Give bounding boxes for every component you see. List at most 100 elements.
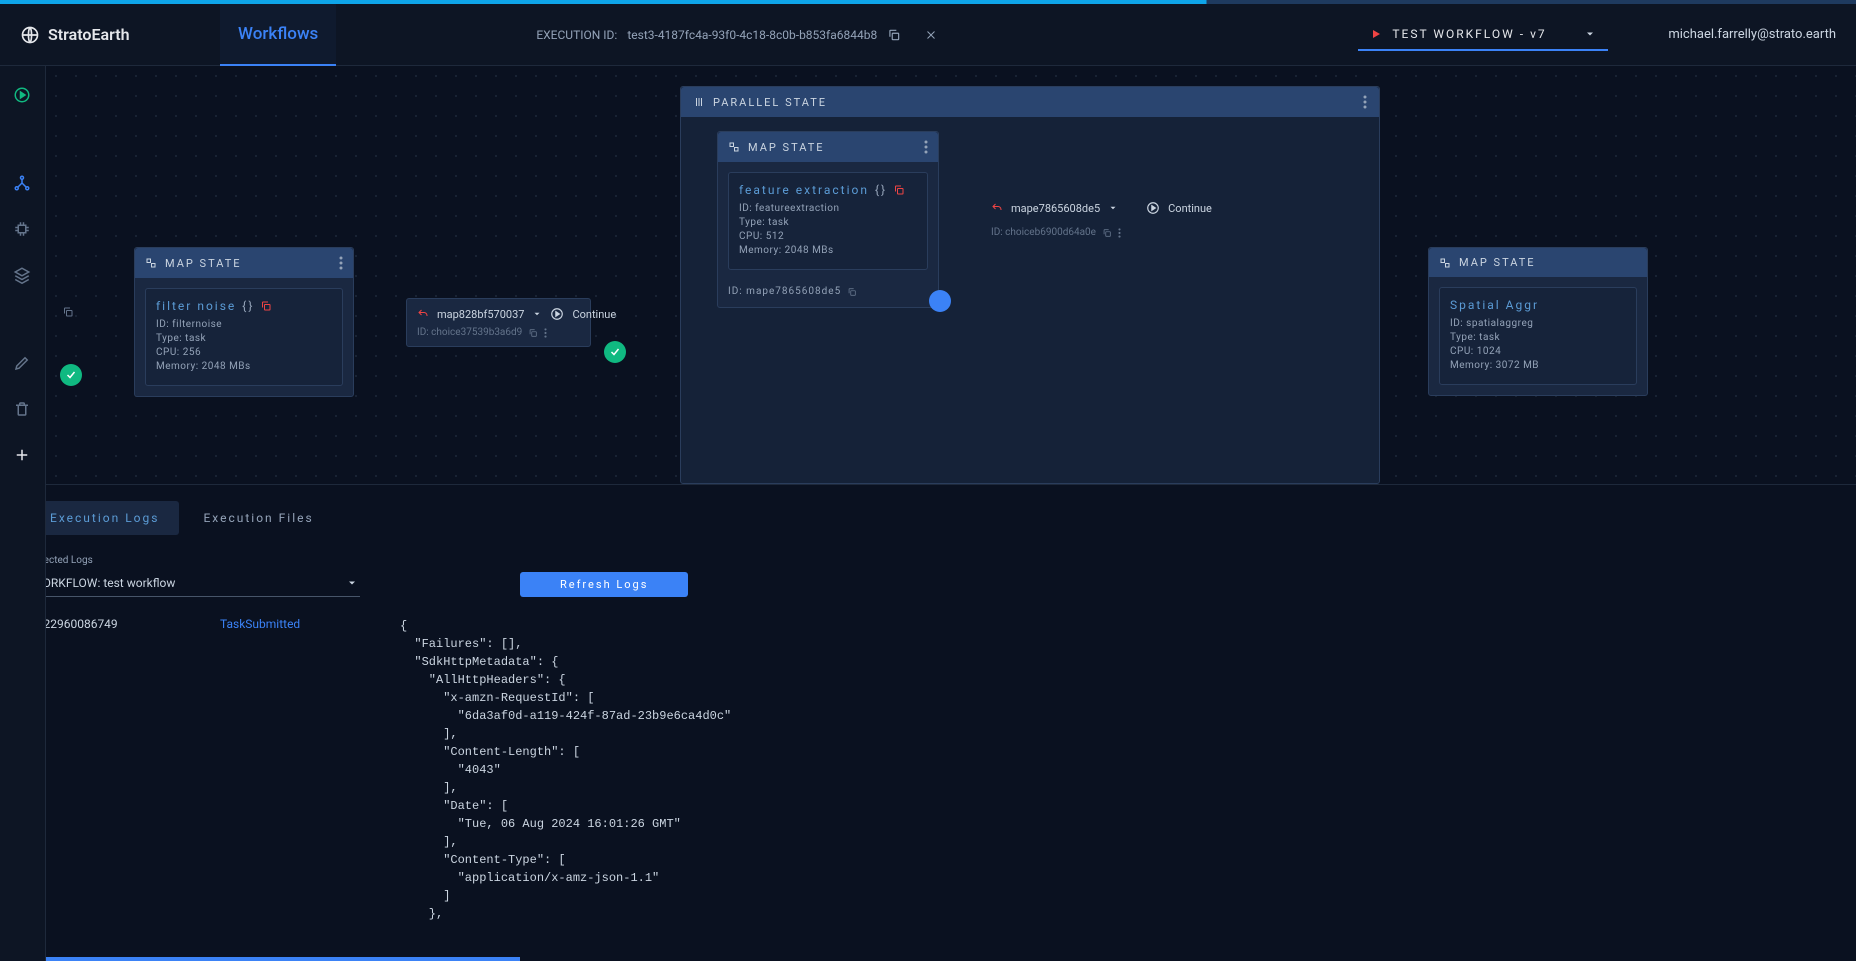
workflow-selector-label: TEST WORKFLOW - v7 bbox=[1392, 27, 1546, 41]
task-type: Type: task bbox=[739, 217, 917, 228]
parallel-state-node[interactable]: PARALLEL STATE MAP STATE feature extract… bbox=[680, 86, 1380, 484]
parallel-icon bbox=[693, 96, 705, 108]
workflow-canvas[interactable]: MAP STATE filter noise {} ID: filternois… bbox=[46, 66, 1856, 484]
tab-execution-files[interactable]: Execution Files bbox=[183, 501, 333, 535]
continue-node-1[interactable]: map828bf570037 Continue ID: choice37539b… bbox=[406, 298, 591, 347]
task-card-filter-noise[interactable]: filter noise {} ID: filternoise Type: ta… bbox=[145, 288, 343, 386]
map-state-node-spatial[interactable]: MAP STATE Spatial Aggr ID: spatialaggreg… bbox=[1428, 247, 1648, 396]
close-icon[interactable] bbox=[925, 29, 937, 41]
choice-id-row: ID: choiceb6900d64a0e bbox=[991, 227, 1121, 238]
tab-workflows[interactable]: Workflows bbox=[220, 4, 336, 66]
node-title: MAP STATE bbox=[748, 141, 825, 154]
continue-label: Continue bbox=[1168, 202, 1212, 215]
refresh-logs-button[interactable]: Refresh Logs bbox=[520, 572, 688, 597]
node-header[interactable]: MAP STATE bbox=[1429, 248, 1647, 277]
task-id: ID: filternoise bbox=[156, 319, 332, 330]
layers-icon[interactable] bbox=[13, 266, 33, 286]
status-check-icon bbox=[60, 364, 82, 386]
selected-logs-select[interactable]: WORKFLOW: test workflow bbox=[30, 570, 360, 597]
undo-icon[interactable] bbox=[417, 308, 429, 320]
task-cpu: CPU: 256 bbox=[156, 347, 332, 358]
node-header[interactable]: PARALLEL STATE bbox=[681, 87, 1379, 117]
more-icon[interactable] bbox=[1118, 228, 1121, 238]
status-running-icon bbox=[929, 290, 951, 312]
map-state-node-filter[interactable]: MAP STATE filter noise {} ID: filternois… bbox=[134, 247, 354, 397]
undo-icon[interactable] bbox=[991, 202, 1003, 214]
copy-icon[interactable] bbox=[1102, 228, 1112, 238]
continue-node-2[interactable]: mape7865608de5 Continue bbox=[991, 201, 1212, 215]
logs-panel: Execution Logs Execution Files Selected … bbox=[0, 484, 1856, 961]
map-state-node-feature[interactable]: MAP STATE feature extraction {} ID: feat… bbox=[717, 131, 939, 308]
workflow-selector[interactable]: TEST WORKFLOW - v7 bbox=[1358, 19, 1608, 51]
chevron-down-icon[interactable] bbox=[1108, 203, 1118, 213]
map-icon bbox=[1439, 257, 1451, 269]
task-card-spatial[interactable]: Spatial Aggr ID: spatialaggreg Type: tas… bbox=[1439, 287, 1637, 385]
execution-id-value: test3-4187fc4a-93f0-4c18-8c0b-b853fa6844… bbox=[627, 28, 877, 42]
node-title: PARALLEL STATE bbox=[713, 96, 827, 109]
play-circle-icon bbox=[1146, 201, 1160, 215]
bottom-progress-bar bbox=[0, 957, 520, 961]
more-icon[interactable] bbox=[924, 140, 928, 154]
trash-icon[interactable] bbox=[13, 400, 33, 420]
task-id: ID: spatialaggreg bbox=[1450, 318, 1626, 329]
globe-icon bbox=[20, 25, 40, 45]
task-memory: Memory: 2048 MBs bbox=[739, 245, 917, 256]
choice-id: ID: choiceb6900d64a0e bbox=[991, 227, 1096, 238]
brand-logo[interactable]: StratoEarth bbox=[20, 25, 200, 45]
left-toolbar bbox=[0, 66, 46, 961]
task-card-feature-extraction[interactable]: feature extraction {} ID: featureextract… bbox=[728, 172, 928, 270]
task-cpu: CPU: 512 bbox=[739, 231, 917, 242]
node-header[interactable]: MAP STATE bbox=[718, 132, 938, 162]
more-icon[interactable] bbox=[339, 256, 343, 270]
log-event: TaskSubmitted bbox=[220, 617, 360, 923]
cpu-icon[interactable] bbox=[13, 220, 33, 240]
node-header[interactable]: MAP STATE bbox=[135, 248, 353, 278]
chevron-down-icon bbox=[346, 577, 358, 589]
execution-id-block: EXECUTION ID: test3-4187fc4a-93f0-4c18-8… bbox=[536, 28, 937, 42]
play-icon bbox=[1370, 28, 1382, 40]
map-icon bbox=[728, 141, 740, 153]
chevron-down-icon[interactable] bbox=[532, 309, 542, 319]
play-circle-icon bbox=[550, 307, 564, 321]
copy-icon[interactable] bbox=[887, 28, 901, 42]
selected-logs-label: Selected Logs bbox=[30, 555, 360, 566]
copy-icon[interactable] bbox=[528, 328, 538, 338]
continue-label: Continue bbox=[572, 308, 616, 321]
user-email[interactable]: michael.farrelly@strato.earth bbox=[1668, 27, 1836, 42]
status-check-icon bbox=[604, 341, 626, 363]
copy-icon[interactable] bbox=[62, 306, 74, 318]
brand-text: StratoEarth bbox=[48, 25, 130, 44]
task-memory: Memory: 2048 MBs bbox=[156, 361, 332, 372]
map-id: mape7865608de5 bbox=[1011, 202, 1100, 215]
log-timestamp: 1722960086749 bbox=[30, 617, 180, 923]
add-icon[interactable] bbox=[13, 446, 33, 466]
tab-execution-logs[interactable]: Execution Logs bbox=[30, 501, 179, 535]
task-memory: Memory: 3072 MB bbox=[1450, 360, 1626, 371]
task-title: feature extraction bbox=[739, 183, 869, 197]
copy-icon[interactable] bbox=[893, 184, 905, 196]
node-title: MAP STATE bbox=[165, 257, 242, 270]
footer-id: ID: mape7865608de5 bbox=[728, 286, 841, 297]
edit-icon[interactable] bbox=[13, 354, 33, 374]
run-icon[interactable] bbox=[13, 86, 33, 106]
copy-icon[interactable] bbox=[847, 287, 857, 297]
node-title: MAP STATE bbox=[1459, 256, 1536, 269]
task-title: Spatial Aggr bbox=[1450, 298, 1539, 312]
task-id: ID: featureextraction bbox=[739, 203, 917, 214]
execution-id-label: EXECUTION ID: bbox=[536, 28, 617, 42]
copy-icon[interactable] bbox=[260, 300, 272, 312]
chevron-down-icon bbox=[1584, 28, 1596, 40]
log-row: 1722960086749 TaskSubmitted { "Failures"… bbox=[30, 617, 1826, 923]
panel-tabs: Execution Logs Execution Files bbox=[30, 501, 1826, 535]
braces-icon: {} bbox=[875, 183, 887, 197]
map-id: map828bf570037 bbox=[437, 308, 524, 321]
task-cpu: CPU: 1024 bbox=[1450, 346, 1626, 357]
selected-logs-value: WORKFLOW: test workflow bbox=[32, 576, 175, 590]
braces-icon: {} bbox=[242, 299, 254, 313]
more-icon[interactable] bbox=[544, 328, 547, 338]
graph-icon[interactable] bbox=[13, 174, 33, 194]
choice-id: ID: choice37539b3a6d9 bbox=[417, 327, 522, 338]
node-footer: ID: mape7865608de5 bbox=[718, 280, 938, 307]
more-icon[interactable] bbox=[1363, 95, 1367, 109]
app-header: StratoEarth Workflows EXECUTION ID: test… bbox=[0, 4, 1856, 66]
